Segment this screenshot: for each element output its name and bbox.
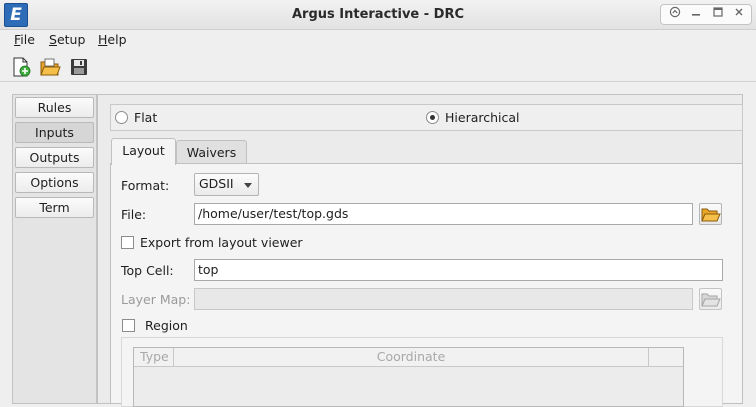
flat-radio[interactable]: [115, 111, 128, 124]
nav-outputs-button[interactable]: Outputs: [15, 147, 94, 168]
tab-layout[interactable]: Layout: [111, 138, 176, 165]
new-file-icon[interactable]: [10, 56, 32, 78]
layer-map-input[interactable]: [194, 288, 693, 310]
file-label: File:: [121, 207, 147, 222]
open-folder-icon[interactable]: [39, 56, 61, 78]
mode-selector: Flat Hierarchical: [110, 104, 743, 131]
region-table: Type Coordinate: [133, 347, 684, 407]
layer-map-browse-button[interactable]: [699, 288, 722, 310]
minimize-icon[interactable]: [686, 6, 706, 24]
nav-options-button[interactable]: Options: [15, 172, 94, 193]
shade-icon[interactable]: [665, 6, 685, 24]
export-from-viewer-checkbox[interactable]: [121, 236, 134, 249]
flat-label: Flat: [134, 110, 158, 125]
top-cell-label: Top Cell:: [121, 263, 174, 278]
save-disk-icon[interactable]: [68, 56, 90, 78]
hierarchical-radio[interactable]: [426, 111, 439, 124]
nav-rules-button[interactable]: Rules: [15, 97, 94, 118]
close-icon[interactable]: [729, 6, 749, 24]
window-controls: [660, 4, 752, 25]
column-header-type[interactable]: Type: [134, 348, 174, 367]
format-value: GDSII: [199, 176, 234, 191]
export-from-viewer-label: Export from layout viewer: [140, 235, 303, 250]
nav-panel: Rules Inputs Outputs Options Term: [12, 94, 97, 404]
chevron-down-icon: [244, 183, 252, 188]
nav-inputs-button[interactable]: Inputs: [15, 122, 94, 143]
region-checkbox[interactable]: [122, 319, 135, 332]
menu-bar: File Setup Help: [0, 30, 756, 50]
column-header-coordinate[interactable]: Coordinate: [174, 348, 649, 367]
file-browse-button[interactable]: [699, 203, 722, 225]
format-select[interactable]: GDSII: [194, 173, 259, 196]
menu-help[interactable]: Help: [98, 31, 127, 49]
menu-setup[interactable]: Setup: [49, 31, 85, 49]
column-header-spacer: [649, 348, 683, 367]
window-title: Argus Interactive - DRC: [291, 7, 465, 22]
nav-term-button[interactable]: Term: [15, 197, 94, 218]
hierarchical-label: Hierarchical: [445, 110, 520, 125]
menu-file[interactable]: File: [14, 31, 35, 49]
format-label: Format:: [121, 178, 170, 193]
open-folder-icon: [701, 208, 721, 222]
layer-map-label: Layer Map:: [121, 292, 191, 307]
maximize-icon[interactable]: [708, 6, 728, 24]
file-path-input[interactable]: /home/user/test/top.gds: [194, 203, 693, 225]
top-cell-input[interactable]: top: [194, 259, 723, 281]
region-label: Region: [145, 318, 188, 333]
toolbar: [0, 52, 756, 82]
open-folder-icon: [701, 293, 721, 307]
